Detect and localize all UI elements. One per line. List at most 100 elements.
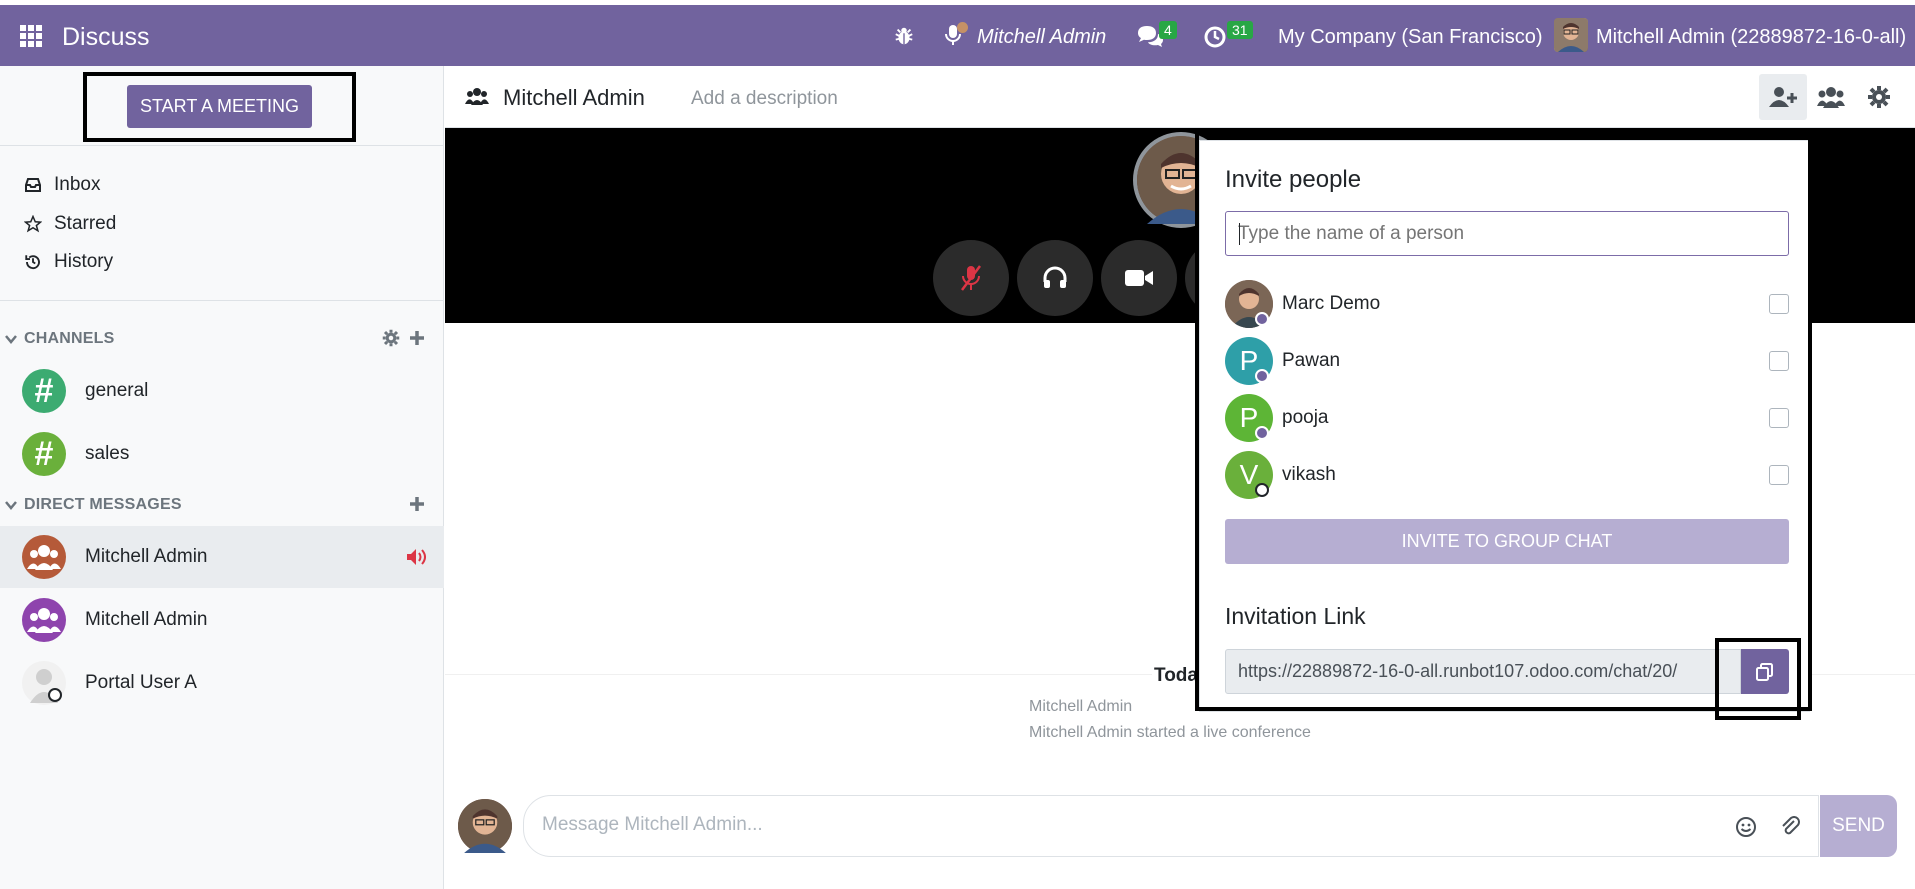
toggle-camera-button[interactable]: [1101, 240, 1177, 316]
dm-label: Mitchell Admin: [85, 609, 208, 630]
dm-label: Mitchell Admin: [85, 546, 208, 567]
dm-item-mitchell-admin[interactable]: Mitchell Admin: [0, 589, 444, 651]
sidebar-item-inbox[interactable]: Inbox: [24, 174, 100, 196]
user-menu[interactable]: Mitchell Admin (22889872-16-0-all): [1596, 26, 1906, 49]
partner-checkbox[interactable]: [1769, 465, 1789, 485]
partner-name: pooja: [1282, 407, 1329, 428]
attach-file-button[interactable]: [1778, 814, 1804, 840]
headphones-icon: [1043, 266, 1067, 288]
partner-checkbox[interactable]: [1769, 408, 1789, 428]
sidebar-item-label: Starred: [54, 213, 117, 234]
channel-label: sales: [85, 443, 130, 464]
add-channel-plus-icon[interactable]: [408, 329, 426, 347]
partner-name: Marc Demo: [1282, 293, 1381, 314]
thread-description-input[interactable]: Add a description: [691, 88, 838, 110]
thread-header: Mitchell Admin Add a description: [445, 66, 1915, 128]
partner-item[interactable]: Marc Demo: [1225, 278, 1789, 330]
add-chat-plus-icon[interactable]: [408, 495, 426, 513]
offline-status-dot: [48, 688, 62, 702]
copy-link-button[interactable]: [1741, 649, 1789, 694]
smiley-icon: [1736, 817, 1756, 837]
sidebar-item-label: History: [54, 251, 114, 272]
offline-status-dot: [1255, 483, 1269, 497]
chevron-down-icon: [5, 335, 17, 344]
mute-microphone-button[interactable]: [933, 240, 1009, 316]
sidebar-item-label: Inbox: [54, 174, 101, 195]
online-status-dot: [1255, 312, 1269, 326]
sidebar-item-history[interactable]: History: [24, 251, 113, 273]
invite-to-group-chat-button[interactable]: INVITE TO GROUP CHAT: [1225, 519, 1789, 564]
debug-bug-icon[interactable]: [893, 25, 915, 47]
top-navbar: Discuss Mitchell Admin 4 31 My Company (…: [0, 5, 1915, 66]
category-title: DIRECT MESSAGES: [24, 496, 182, 513]
messages-icon[interactable]: 4: [1136, 21, 1177, 54]
discuss-sidebar: START A MEETING Inbox Starred History CH…: [0, 66, 444, 889]
members-list-button[interactable]: [1807, 74, 1855, 120]
category-title: CHANNELS: [24, 330, 115, 347]
star-icon: [24, 215, 42, 233]
invitation-link-title: Invitation Link: [1225, 603, 1366, 629]
rtc-user-name[interactable]: Mitchell Admin: [977, 26, 1106, 49]
clipboard-copy-icon: [1756, 662, 1773, 681]
rtc-microphone-icon[interactable]: [944, 22, 968, 52]
emoji-button[interactable]: [1733, 814, 1759, 840]
dm-item-portal-user-a[interactable]: Portal User A: [0, 652, 444, 714]
invite-people-popover: Invite people Marc Demo P Pawan: [1199, 140, 1810, 712]
online-status-dot: [1255, 426, 1269, 440]
composer-user-avatar: [458, 799, 512, 853]
invite-title: Invite people: [1225, 166, 1362, 193]
message-body: Mitchell Admin started a live conference: [1029, 724, 1311, 741]
dm-label: Portal User A: [85, 672, 197, 693]
gear-icon: [1868, 86, 1890, 108]
send-button[interactable]: SEND: [1820, 795, 1897, 857]
start-meeting-button[interactable]: START A MEETING: [127, 85, 312, 128]
channel-label: general: [85, 380, 149, 401]
group-users-icon: [22, 598, 66, 642]
rtc-status-dot: [957, 22, 968, 33]
app-title[interactable]: Discuss: [62, 23, 150, 52]
partner-item[interactable]: P Pawan: [1225, 335, 1789, 387]
message-author[interactable]: Mitchell Admin: [1029, 698, 1132, 716]
text-caret: [1239, 223, 1240, 245]
microphone-slash-icon: [961, 265, 981, 291]
direct-messages-category-header[interactable]: DIRECT MESSAGES: [0, 490, 444, 520]
message-input[interactable]: Message Mitchell Admin...: [542, 814, 763, 836]
user-avatar[interactable]: [1554, 18, 1588, 52]
message-composer[interactable]: Message Mitchell Admin...: [523, 795, 1819, 857]
partner-name: vikash: [1282, 464, 1336, 485]
partner-item[interactable]: P pooja: [1225, 392, 1789, 444]
chevron-down-icon: [5, 501, 17, 510]
invite-search-field[interactable]: [1225, 211, 1789, 256]
video-camera-icon: [1125, 270, 1153, 286]
thread-name[interactable]: Mitchell Admin: [503, 85, 645, 111]
invite-search-input[interactable]: [1226, 212, 1788, 255]
sidebar-divider: [0, 300, 444, 301]
call-settings-button[interactable]: [1855, 74, 1903, 120]
channel-item-general[interactable]: # general: [0, 360, 444, 422]
activities-clock-icon[interactable]: 31: [1203, 21, 1253, 54]
company-switcher[interactable]: My Company (San Francisco): [1278, 26, 1543, 49]
dm-item-mitchell-admin-active[interactable]: Mitchell Admin: [0, 526, 444, 588]
add-users-button[interactable]: [1759, 74, 1807, 120]
paperclip-icon: [1782, 816, 1800, 835]
channel-item-sales[interactable]: # sales: [0, 423, 444, 485]
channel-settings-gear-icon[interactable]: [382, 329, 400, 347]
hashtag-icon: #: [22, 369, 66, 413]
invitation-link-input[interactable]: https://22889872-16-0-all.runbot107.odoo…: [1225, 649, 1741, 694]
sidebar-item-starred[interactable]: Starred: [24, 213, 116, 235]
channels-category-header[interactable]: CHANNELS: [0, 324, 444, 354]
partner-checkbox[interactable]: [1769, 294, 1789, 314]
partner-checkbox[interactable]: [1769, 351, 1789, 371]
group-users-icon: [465, 88, 489, 105]
hashtag-icon: #: [22, 432, 66, 476]
online-status-dot: [1255, 369, 1269, 383]
activities-count-badge: 31: [1227, 21, 1253, 39]
group-users-icon: [1817, 87, 1845, 108]
inbox-icon: [25, 178, 41, 192]
partner-name: Pawan: [1282, 350, 1341, 371]
apps-menu-icon[interactable]: [20, 25, 42, 47]
partner-item[interactable]: V vikash: [1225, 449, 1789, 501]
user-plus-icon: [1769, 87, 1797, 107]
deafen-headphones-button[interactable]: [1017, 240, 1093, 316]
group-users-icon: [22, 535, 66, 579]
